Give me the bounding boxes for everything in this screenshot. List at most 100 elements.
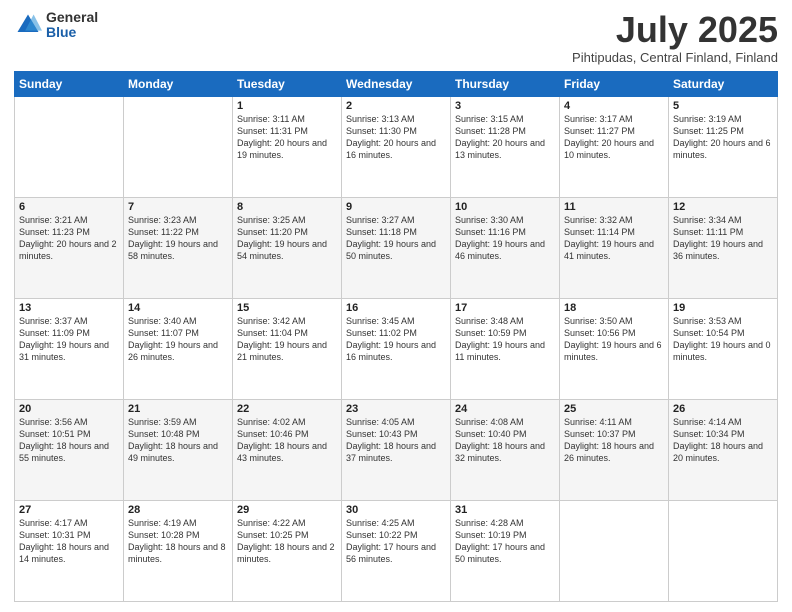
calendar-cell: 9Sunrise: 3:27 AM Sunset: 11:18 PM Dayli… [342,197,451,298]
calendar-week-row: 6Sunrise: 3:21 AM Sunset: 11:23 PM Dayli… [15,197,778,298]
day-info: Sunrise: 3:42 AM Sunset: 11:04 PM Daylig… [237,315,337,364]
subtitle: Pihtipudas, Central Finland, Finland [572,50,778,65]
day-info: Sunrise: 3:50 AM Sunset: 10:56 PM Daylig… [564,315,664,364]
day-number: 6 [19,201,119,213]
day-info: Sunrise: 3:15 AM Sunset: 11:28 PM Daylig… [455,113,555,162]
day-number: 4 [564,100,664,112]
calendar-cell: 3Sunrise: 3:15 AM Sunset: 11:28 PM Dayli… [451,96,560,197]
day-number: 26 [673,403,773,415]
calendar-cell: 10Sunrise: 3:30 AM Sunset: 11:16 PM Dayl… [451,197,560,298]
calendar-cell: 29Sunrise: 4:22 AM Sunset: 10:25 PM Dayl… [233,500,342,601]
header: General Blue July 2025 Pihtipudas, Centr… [14,10,778,65]
day-info: Sunrise: 3:32 AM Sunset: 11:14 PM Daylig… [564,214,664,263]
calendar-cell [669,500,778,601]
day-number: 9 [346,201,446,213]
logo-general: General [46,10,98,25]
logo-text: General Blue [46,10,98,41]
calendar-cell: 18Sunrise: 3:50 AM Sunset: 10:56 PM Dayl… [560,298,669,399]
day-info: Sunrise: 4:19 AM Sunset: 10:28 PM Daylig… [128,517,228,566]
day-number: 11 [564,201,664,213]
day-number: 20 [19,403,119,415]
day-number: 17 [455,302,555,314]
day-number: 12 [673,201,773,213]
calendar-cell: 5Sunrise: 3:19 AM Sunset: 11:25 PM Dayli… [669,96,778,197]
day-info: Sunrise: 4:14 AM Sunset: 10:34 PM Daylig… [673,416,773,465]
day-number: 28 [128,504,228,516]
day-info: Sunrise: 3:19 AM Sunset: 11:25 PM Daylig… [673,113,773,162]
calendar-cell: 6Sunrise: 3:21 AM Sunset: 11:23 PM Dayli… [15,197,124,298]
day-info: Sunrise: 3:34 AM Sunset: 11:11 PM Daylig… [673,214,773,263]
day-number: 14 [128,302,228,314]
day-info: Sunrise: 3:53 AM Sunset: 10:54 PM Daylig… [673,315,773,364]
main-title: July 2025 [572,10,778,50]
day-number: 13 [19,302,119,314]
calendar-cell: 25Sunrise: 4:11 AM Sunset: 10:37 PM Dayl… [560,399,669,500]
calendar-week-row: 27Sunrise: 4:17 AM Sunset: 10:31 PM Dayl… [15,500,778,601]
day-info: Sunrise: 4:22 AM Sunset: 10:25 PM Daylig… [237,517,337,566]
calendar-header-sunday: Sunday [15,71,124,96]
calendar-cell: 26Sunrise: 4:14 AM Sunset: 10:34 PM Dayl… [669,399,778,500]
calendar-cell: 7Sunrise: 3:23 AM Sunset: 11:22 PM Dayli… [124,197,233,298]
calendar-cell [560,500,669,601]
day-info: Sunrise: 4:05 AM Sunset: 10:43 PM Daylig… [346,416,446,465]
calendar-cell: 30Sunrise: 4:25 AM Sunset: 10:22 PM Dayl… [342,500,451,601]
calendar-cell: 15Sunrise: 3:42 AM Sunset: 11:04 PM Dayl… [233,298,342,399]
day-info: Sunrise: 3:11 AM Sunset: 11:31 PM Daylig… [237,113,337,162]
calendar-week-row: 13Sunrise: 3:37 AM Sunset: 11:09 PM Dayl… [15,298,778,399]
day-number: 2 [346,100,446,112]
calendar-cell: 11Sunrise: 3:32 AM Sunset: 11:14 PM Dayl… [560,197,669,298]
day-info: Sunrise: 3:17 AM Sunset: 11:27 PM Daylig… [564,113,664,162]
day-number: 16 [346,302,446,314]
day-number: 24 [455,403,555,415]
calendar-cell: 24Sunrise: 4:08 AM Sunset: 10:40 PM Dayl… [451,399,560,500]
calendar-week-row: 20Sunrise: 3:56 AM Sunset: 10:51 PM Dayl… [15,399,778,500]
day-number: 18 [564,302,664,314]
calendar-cell: 27Sunrise: 4:17 AM Sunset: 10:31 PM Dayl… [15,500,124,601]
day-number: 27 [19,504,119,516]
day-number: 31 [455,504,555,516]
calendar-header-wednesday: Wednesday [342,71,451,96]
day-info: Sunrise: 3:56 AM Sunset: 10:51 PM Daylig… [19,416,119,465]
page: General Blue July 2025 Pihtipudas, Centr… [0,0,792,612]
day-info: Sunrise: 4:08 AM Sunset: 10:40 PM Daylig… [455,416,555,465]
calendar-week-row: 1Sunrise: 3:11 AM Sunset: 11:31 PM Dayli… [15,96,778,197]
logo-blue: Blue [46,25,98,40]
day-number: 29 [237,504,337,516]
day-number: 7 [128,201,228,213]
day-number: 19 [673,302,773,314]
day-number: 5 [673,100,773,112]
calendar-cell [15,96,124,197]
day-info: Sunrise: 3:30 AM Sunset: 11:16 PM Daylig… [455,214,555,263]
logo: General Blue [14,10,98,41]
day-info: Sunrise: 3:59 AM Sunset: 10:48 PM Daylig… [128,416,228,465]
calendar-cell: 28Sunrise: 4:19 AM Sunset: 10:28 PM Dayl… [124,500,233,601]
calendar-cell: 21Sunrise: 3:59 AM Sunset: 10:48 PM Dayl… [124,399,233,500]
day-number: 3 [455,100,555,112]
day-number: 8 [237,201,337,213]
calendar-cell: 12Sunrise: 3:34 AM Sunset: 11:11 PM Dayl… [669,197,778,298]
day-number: 25 [564,403,664,415]
calendar-cell: 13Sunrise: 3:37 AM Sunset: 11:09 PM Dayl… [15,298,124,399]
calendar-cell: 17Sunrise: 3:48 AM Sunset: 10:59 PM Dayl… [451,298,560,399]
calendar-cell: 22Sunrise: 4:02 AM Sunset: 10:46 PM Dayl… [233,399,342,500]
day-info: Sunrise: 3:48 AM Sunset: 10:59 PM Daylig… [455,315,555,364]
title-block: July 2025 Pihtipudas, Central Finland, F… [572,10,778,65]
day-info: Sunrise: 3:13 AM Sunset: 11:30 PM Daylig… [346,113,446,162]
day-info: Sunrise: 3:25 AM Sunset: 11:20 PM Daylig… [237,214,337,263]
logo-icon [14,11,42,39]
day-number: 1 [237,100,337,112]
day-number: 22 [237,403,337,415]
day-info: Sunrise: 3:40 AM Sunset: 11:07 PM Daylig… [128,315,228,364]
calendar-cell: 23Sunrise: 4:05 AM Sunset: 10:43 PM Dayl… [342,399,451,500]
day-number: 30 [346,504,446,516]
day-info: Sunrise: 4:11 AM Sunset: 10:37 PM Daylig… [564,416,664,465]
calendar-cell: 14Sunrise: 3:40 AM Sunset: 11:07 PM Dayl… [124,298,233,399]
day-info: Sunrise: 3:45 AM Sunset: 11:02 PM Daylig… [346,315,446,364]
calendar-table: SundayMondayTuesdayWednesdayThursdayFrid… [14,71,778,602]
calendar-cell: 8Sunrise: 3:25 AM Sunset: 11:20 PM Dayli… [233,197,342,298]
day-number: 15 [237,302,337,314]
calendar-header-row: SundayMondayTuesdayWednesdayThursdayFrid… [15,71,778,96]
day-info: Sunrise: 4:17 AM Sunset: 10:31 PM Daylig… [19,517,119,566]
calendar-header-monday: Monday [124,71,233,96]
calendar-cell: 16Sunrise: 3:45 AM Sunset: 11:02 PM Dayl… [342,298,451,399]
